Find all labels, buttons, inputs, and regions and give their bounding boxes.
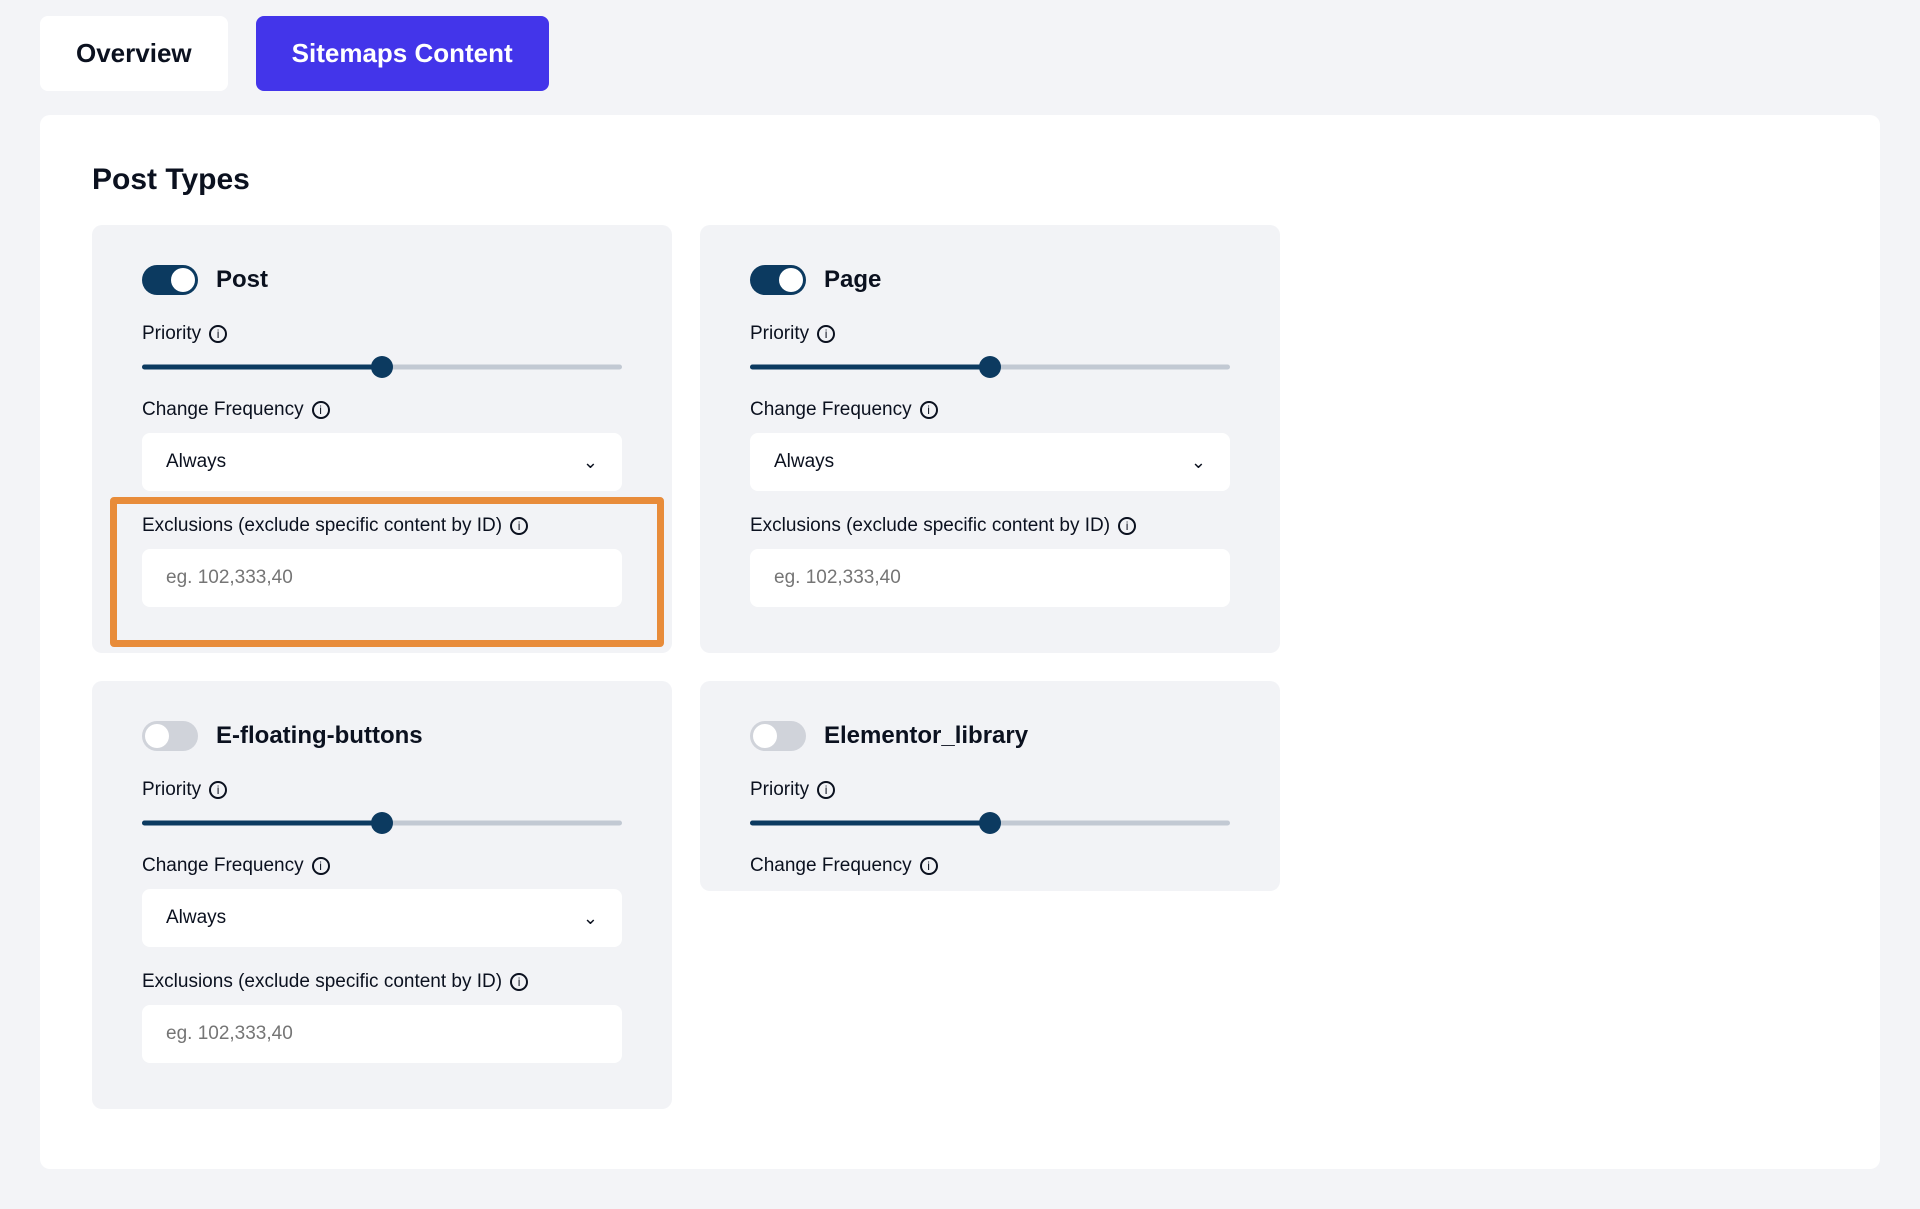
change-frequency-label: Change Frequencyi — [750, 399, 1230, 421]
toggle-page[interactable] — [750, 265, 806, 295]
post-type-card: E-floating-buttons Priorityi Change Freq… — [92, 681, 672, 1109]
priority-slider[interactable] — [142, 357, 622, 377]
priority-slider[interactable] — [750, 357, 1230, 377]
priority-slider[interactable] — [750, 813, 1230, 833]
tabs-row: Overview Sitemaps Content — [40, 0, 1880, 91]
change-frequency-select[interactable]: Always ⌄ — [750, 433, 1230, 491]
settings-panel: Post Types Post Priorityi Change Frequen… — [40, 115, 1880, 1169]
change-frequency-label: Change Frequencyi — [142, 399, 622, 421]
post-type-card: Page Priorityi Change Frequencyi Always … — [700, 225, 1280, 653]
tab-sitemaps-content[interactable]: Sitemaps Content — [256, 16, 549, 91]
exclusions-input[interactable] — [142, 549, 622, 607]
exclusions-label: Exclusions (exclude specific content by … — [750, 515, 1230, 537]
info-icon: i — [510, 973, 528, 991]
change-frequency-select[interactable]: Always ⌄ — [142, 889, 622, 947]
info-icon: i — [510, 517, 528, 535]
info-icon: i — [1118, 517, 1136, 535]
card-title: Post — [216, 266, 268, 294]
section-title: Post Types — [92, 163, 1828, 197]
info-icon: i — [312, 857, 330, 875]
priority-label: Priorityi — [142, 779, 622, 801]
info-icon: i — [312, 401, 330, 419]
toggle-post[interactable] — [142, 265, 198, 295]
change-frequency-select[interactable]: Always ⌄ — [142, 433, 622, 491]
card-title: Page — [824, 266, 881, 294]
change-frequency-value: Always — [166, 907, 226, 929]
toggle-e-floating-buttons[interactable] — [142, 721, 198, 751]
priority-label: Priorityi — [142, 323, 622, 345]
priority-slider[interactable] — [142, 813, 622, 833]
card-title: E-floating-buttons — [216, 722, 423, 750]
tab-overview[interactable]: Overview — [40, 16, 228, 91]
exclusions-label: Exclusions (exclude specific content by … — [142, 971, 622, 993]
toggle-elementor_library[interactable] — [750, 721, 806, 751]
change-frequency-label: Change Frequencyi — [142, 855, 622, 877]
chevron-down-icon: ⌄ — [1191, 452, 1206, 473]
info-icon: i — [817, 781, 835, 799]
priority-label: Priorityi — [750, 323, 1230, 345]
post-type-card: Post Priorityi Change Frequencyi Always … — [92, 225, 672, 653]
exclusions-label: Exclusions (exclude specific content by … — [142, 515, 622, 537]
priority-label: Priorityi — [750, 779, 1230, 801]
chevron-down-icon: ⌄ — [583, 452, 598, 473]
exclusions-input[interactable] — [142, 1005, 622, 1063]
change-frequency-value: Always — [774, 451, 834, 473]
info-icon: i — [209, 325, 227, 343]
info-icon: i — [920, 857, 938, 875]
chevron-down-icon: ⌄ — [583, 908, 598, 929]
info-icon: i — [817, 325, 835, 343]
info-icon: i — [920, 401, 938, 419]
post-type-card: Elementor_library Priorityi Change Frequ… — [700, 681, 1280, 891]
info-icon: i — [209, 781, 227, 799]
exclusions-input[interactable] — [750, 549, 1230, 607]
change-frequency-label: Change Frequencyi — [750, 855, 1230, 877]
change-frequency-value: Always — [166, 451, 226, 473]
card-title: Elementor_library — [824, 722, 1028, 750]
